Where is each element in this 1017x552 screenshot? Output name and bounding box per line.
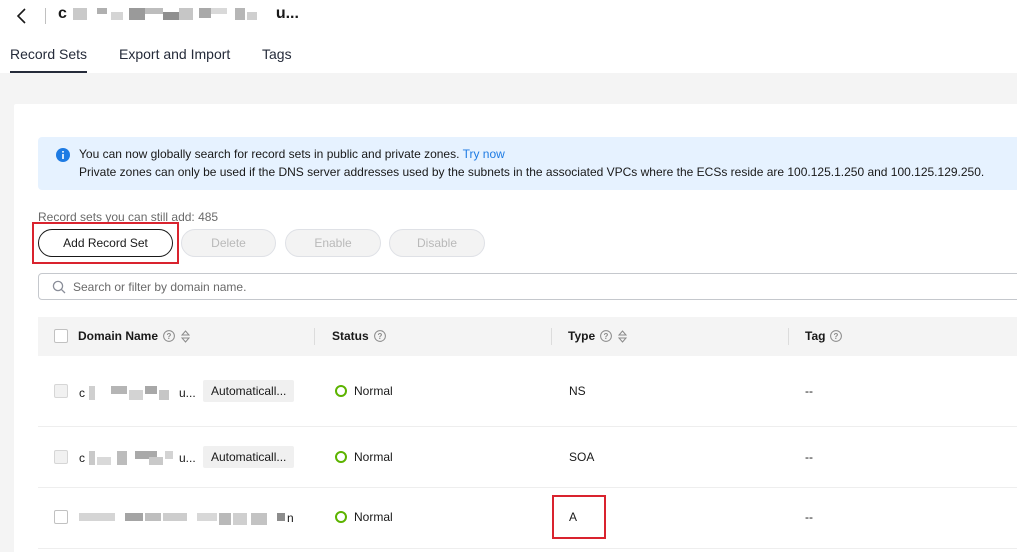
automatically-created-badge: Automaticall... bbox=[203, 380, 295, 402]
status-cell: Normal bbox=[335, 450, 393, 464]
status-text: Normal bbox=[354, 510, 393, 524]
column-separator bbox=[551, 328, 552, 345]
redacted-zone-name bbox=[73, 8, 258, 20]
status-normal-icon bbox=[335, 451, 347, 463]
status-normal-icon bbox=[335, 385, 347, 397]
svg-text:?: ? bbox=[377, 332, 382, 341]
tab-export-import[interactable]: Export and Import bbox=[119, 46, 230, 62]
status-normal-icon bbox=[335, 511, 347, 523]
column-tag: Tag ? bbox=[805, 329, 843, 343]
info-icon bbox=[56, 148, 70, 162]
zone-name-visible-end: u... bbox=[275, 5, 299, 22]
notice-text: You can now globally search for record s… bbox=[79, 147, 460, 161]
help-icon[interactable]: ? bbox=[163, 330, 175, 342]
search-input[interactable] bbox=[73, 277, 973, 296]
highlight-box-add-button bbox=[32, 222, 179, 264]
column-separator bbox=[788, 328, 789, 345]
status-cell: Normal bbox=[335, 510, 393, 524]
tag-cell: -- bbox=[805, 510, 813, 524]
svg-text:?: ? bbox=[834, 332, 839, 341]
redacted-domain-name bbox=[79, 513, 285, 525]
zone-name-title: c u... bbox=[58, 5, 299, 23]
table-row[interactable]: c u... Automaticall... Normal NS -- bbox=[38, 356, 1017, 427]
status-text: Normal bbox=[354, 450, 393, 464]
table-row[interactable]: n Normal A -- bbox=[38, 488, 1017, 549]
notice-line-1: You can now globally search for record s… bbox=[79, 147, 505, 161]
table-row[interactable]: c u... Automaticall... Normal SOA -- bbox=[38, 427, 1017, 488]
domain-name-cell: c u... bbox=[79, 449, 196, 467]
tag-cell: -- bbox=[805, 450, 813, 464]
help-icon[interactable]: ? bbox=[830, 330, 843, 342]
page-header: c u... bbox=[0, 0, 1017, 36]
header-divider bbox=[45, 8, 46, 24]
zone-name-visible-start: c bbox=[58, 5, 67, 22]
column-tag-label: Tag bbox=[805, 329, 826, 343]
highlight-box-type-a bbox=[552, 495, 606, 539]
select-all-checkbox[interactable] bbox=[54, 329, 68, 343]
column-domain-label: Domain Name bbox=[78, 329, 159, 343]
status-text: Normal bbox=[354, 384, 393, 398]
notice-line-2: Private zones can only be used if the DN… bbox=[79, 165, 985, 179]
sort-icon[interactable] bbox=[618, 329, 628, 343]
sort-icon[interactable] bbox=[181, 329, 191, 343]
domain-name-cell: n bbox=[79, 509, 294, 527]
info-notice: You can now globally search for record s… bbox=[38, 137, 1017, 190]
tag-cell: -- bbox=[805, 384, 813, 398]
column-status: Status ? bbox=[332, 329, 386, 343]
enable-button[interactable]: Enable bbox=[285, 229, 381, 257]
row-checkbox bbox=[54, 450, 68, 464]
type-cell: NS bbox=[569, 384, 586, 398]
tab-record-sets[interactable]: Record Sets bbox=[10, 46, 88, 73]
redacted-domain-name bbox=[89, 451, 173, 465]
search-bar bbox=[38, 273, 1017, 300]
disable-button[interactable]: Disable bbox=[389, 229, 485, 257]
help-icon[interactable]: ? bbox=[373, 330, 386, 342]
search-icon bbox=[52, 280, 66, 294]
svg-text:?: ? bbox=[167, 332, 172, 341]
svg-text:?: ? bbox=[604, 332, 609, 341]
domain-name-end: u... bbox=[179, 386, 196, 400]
redacted-domain-name bbox=[89, 386, 169, 400]
status-cell: Normal bbox=[335, 384, 393, 398]
table-header: Domain Name ? Status ? Type ? Tag ? bbox=[38, 317, 1017, 356]
column-status-label: Status bbox=[332, 329, 369, 343]
domain-name-end: u... bbox=[179, 451, 196, 465]
type-cell: SOA bbox=[569, 450, 595, 464]
row-checkbox bbox=[54, 384, 68, 398]
column-type-label: Type bbox=[568, 329, 596, 343]
column-separator bbox=[314, 328, 315, 345]
help-icon[interactable]: ? bbox=[600, 330, 613, 342]
tab-bar: Record Sets Export and Import Tags bbox=[0, 36, 310, 74]
column-domain-name: Domain Name ? bbox=[78, 329, 191, 343]
delete-button[interactable]: Delete bbox=[181, 229, 276, 257]
column-type: Type ? bbox=[568, 329, 628, 343]
tab-tags[interactable]: Tags bbox=[262, 46, 292, 62]
automatically-created-badge: Automaticall... bbox=[203, 446, 295, 468]
try-now-link[interactable]: Try now bbox=[463, 147, 505, 161]
row-checkbox[interactable] bbox=[54, 510, 68, 524]
domain-name-cell: c u... bbox=[79, 384, 196, 402]
chevron-left-icon[interactable] bbox=[12, 5, 34, 27]
domain-name-end: n bbox=[287, 511, 294, 525]
